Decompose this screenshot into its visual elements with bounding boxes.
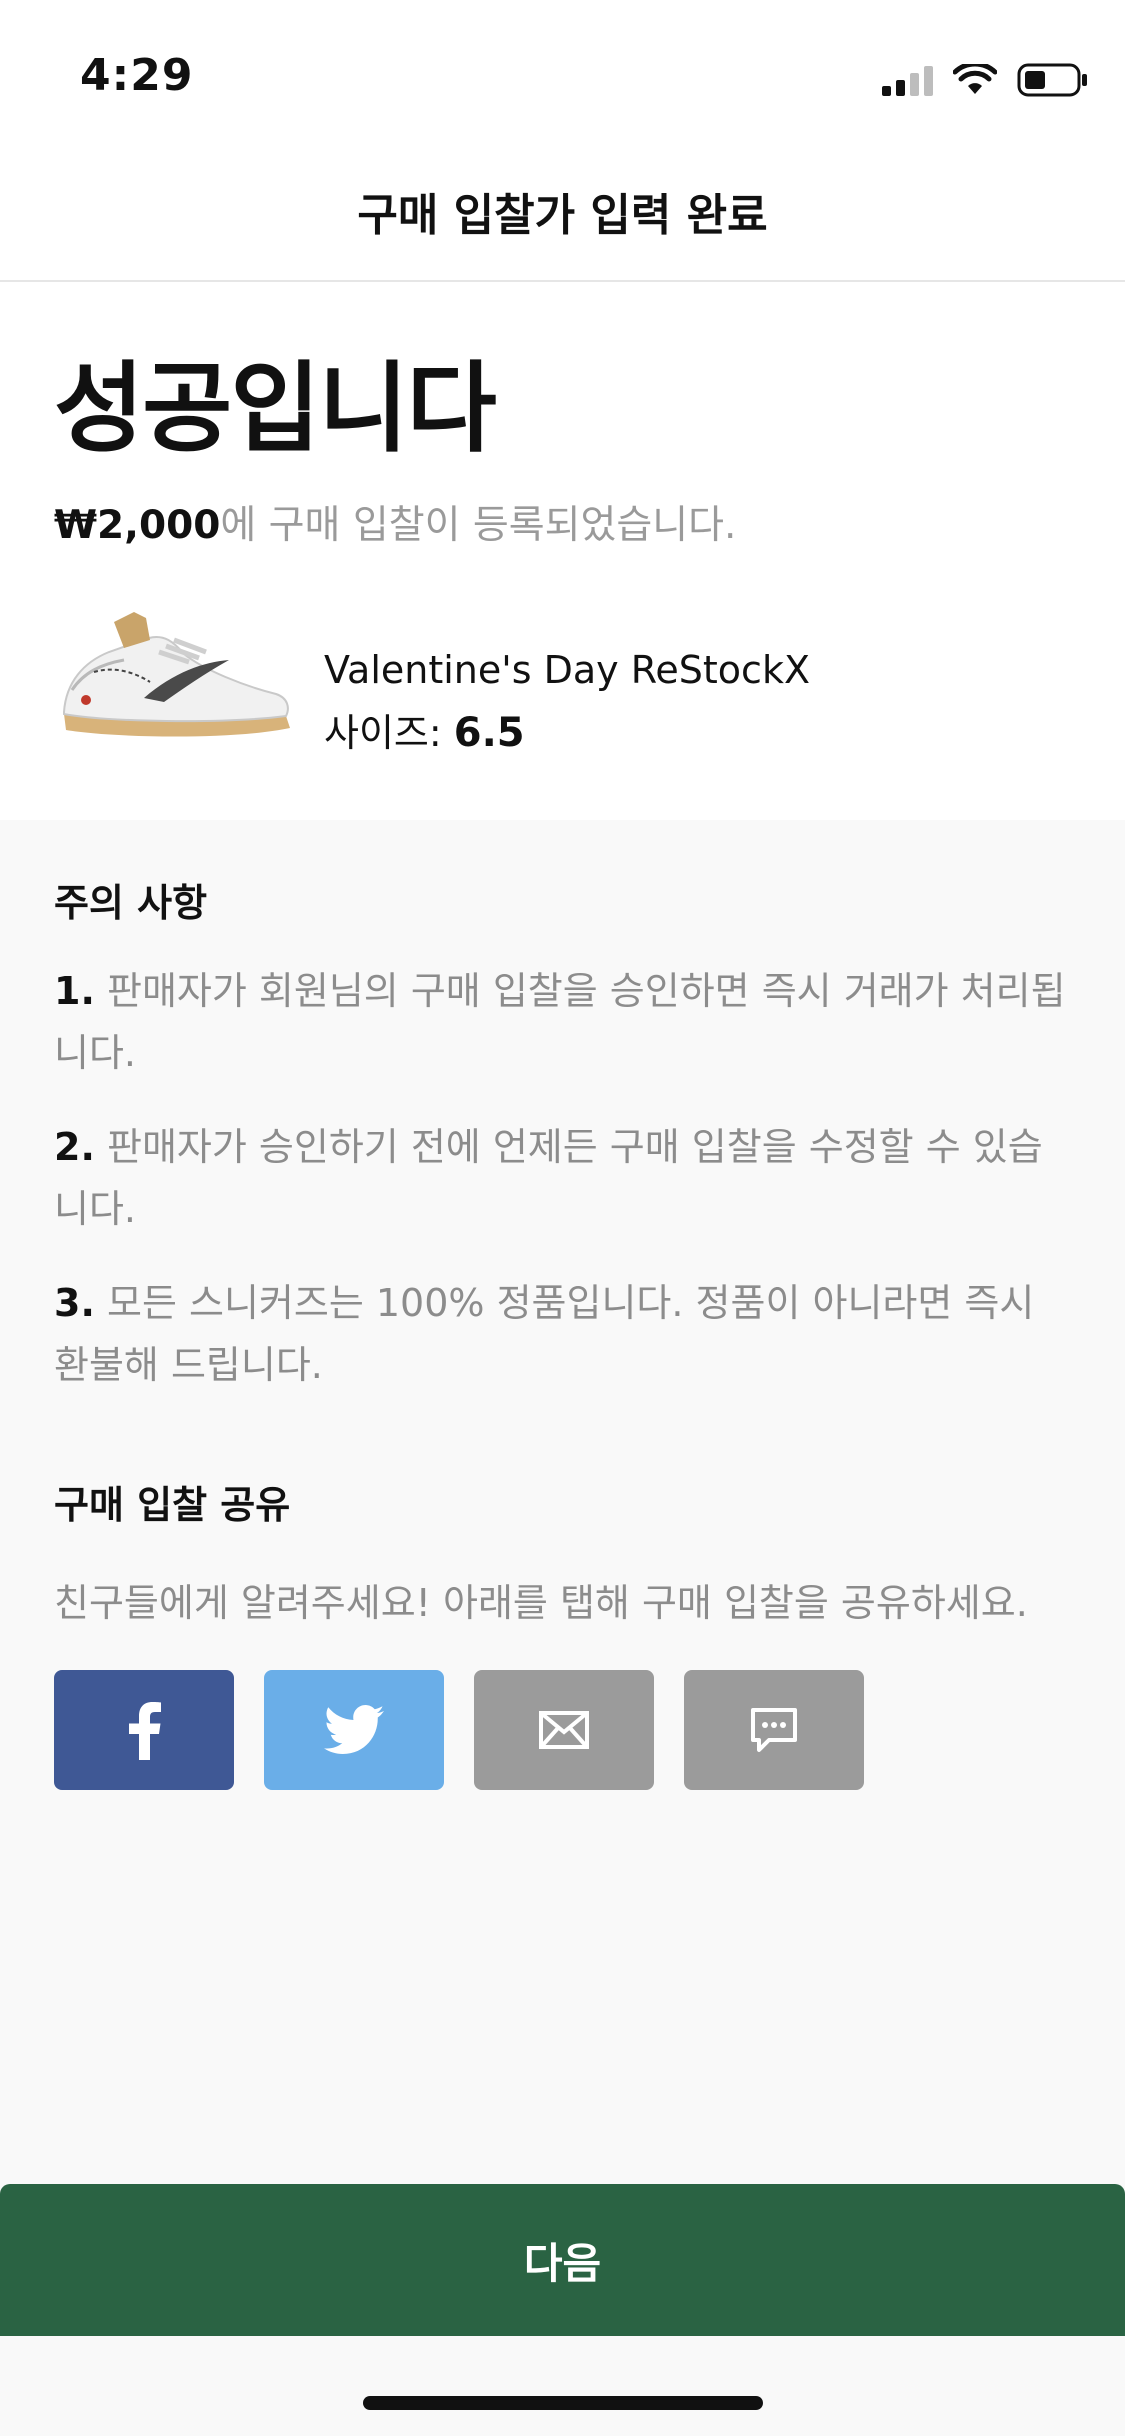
- notice-item-2: 2. 판매자가 승인하기 전에 언제든 구매 입찰을 수정할 수 있습니다.: [54, 1116, 1074, 1240]
- message-share-button[interactable]: [684, 1670, 864, 1790]
- share-description: 친구들에게 알려주세요! 아래를 탭해 구매 입찰을 공유하세요.: [54, 1581, 1028, 1625]
- wifi-icon: [953, 64, 997, 94]
- product-info: Valentine's Day ReStockX 사이즈: 6.5: [324, 648, 810, 757]
- facebook-icon: [129, 1702, 161, 1760]
- bid-message: ₩2,000에 구매 입찰이 등록되었습니다.: [54, 494, 736, 550]
- email-icon: [539, 1711, 589, 1749]
- product-size: 사이즈: 6.5: [324, 702, 810, 757]
- notice-text: 판매자가 승인하기 전에 언제든 구매 입찰을 수정할 수 있습니다.: [54, 1125, 1043, 1231]
- success-title: 성공입니다: [54, 352, 497, 466]
- notice-number: 3.: [54, 1281, 95, 1325]
- notice-item-1: 1. 판매자가 회원님의 구매 입찰을 승인하면 즉시 거래가 처리됩니다.: [54, 960, 1074, 1084]
- bid-message-text: 에 구매 입찰이 등록되었습니다.: [220, 503, 737, 548]
- notice-number: 2.: [54, 1125, 95, 1169]
- notice-text: 모든 스니커즈는 100% 정품입니다. 정품이 아니라면 즉시 환불해 드립니…: [54, 1281, 1035, 1387]
- battery-icon: [1017, 63, 1087, 97]
- status-time: 4:29: [80, 50, 194, 101]
- product-name: Valentine's Day ReStockX: [324, 648, 810, 692]
- notice-item-3: 3. 모든 스니커즈는 100% 정품입니다. 정품이 아니라면 즉시 환불해 …: [54, 1272, 1074, 1396]
- twitter-icon: [324, 1705, 384, 1754]
- twitter-share-button[interactable]: [264, 1670, 444, 1790]
- next-button-label: 다음: [523, 2238, 602, 2288]
- share-title: 구매 입찰 공유: [54, 1483, 291, 1527]
- status-icons: [882, 62, 1089, 98]
- page-title: 구매 입찰가 입력 완료: [357, 190, 768, 241]
- message-icon: [751, 1708, 797, 1752]
- share-buttons: [54, 1670, 864, 1790]
- sneaker-image: [63, 612, 290, 737]
- next-button[interactable]: 다음: [0, 2184, 1125, 2336]
- notice-number: 1.: [54, 969, 95, 1013]
- status-bar: 4:29: [0, 0, 1125, 150]
- bid-amount: ₩2,000: [54, 503, 221, 548]
- nav-header: 구매 입찰가 입력 완료: [0, 150, 1125, 282]
- notice-text: 판매자가 회원님의 구매 입찰을 승인하면 즉시 거래가 처리됩니다.: [54, 969, 1066, 1075]
- success-section: 성공입니다 ₩2,000에 구매 입찰이 등록되었습니다. Valentine'…: [0, 282, 1125, 820]
- email-share-button[interactable]: [474, 1670, 654, 1790]
- notice-title: 주의 사항: [54, 881, 208, 925]
- product-summary: Valentine's Day ReStockX 사이즈: 6.5: [54, 602, 1054, 756]
- home-indicator[interactable]: [363, 2396, 763, 2410]
- facebook-share-button[interactable]: [54, 1670, 234, 1790]
- size-value: 6.5: [453, 710, 525, 756]
- cellular-signal-icon: [882, 64, 933, 96]
- size-label: 사이즈:: [324, 711, 442, 755]
